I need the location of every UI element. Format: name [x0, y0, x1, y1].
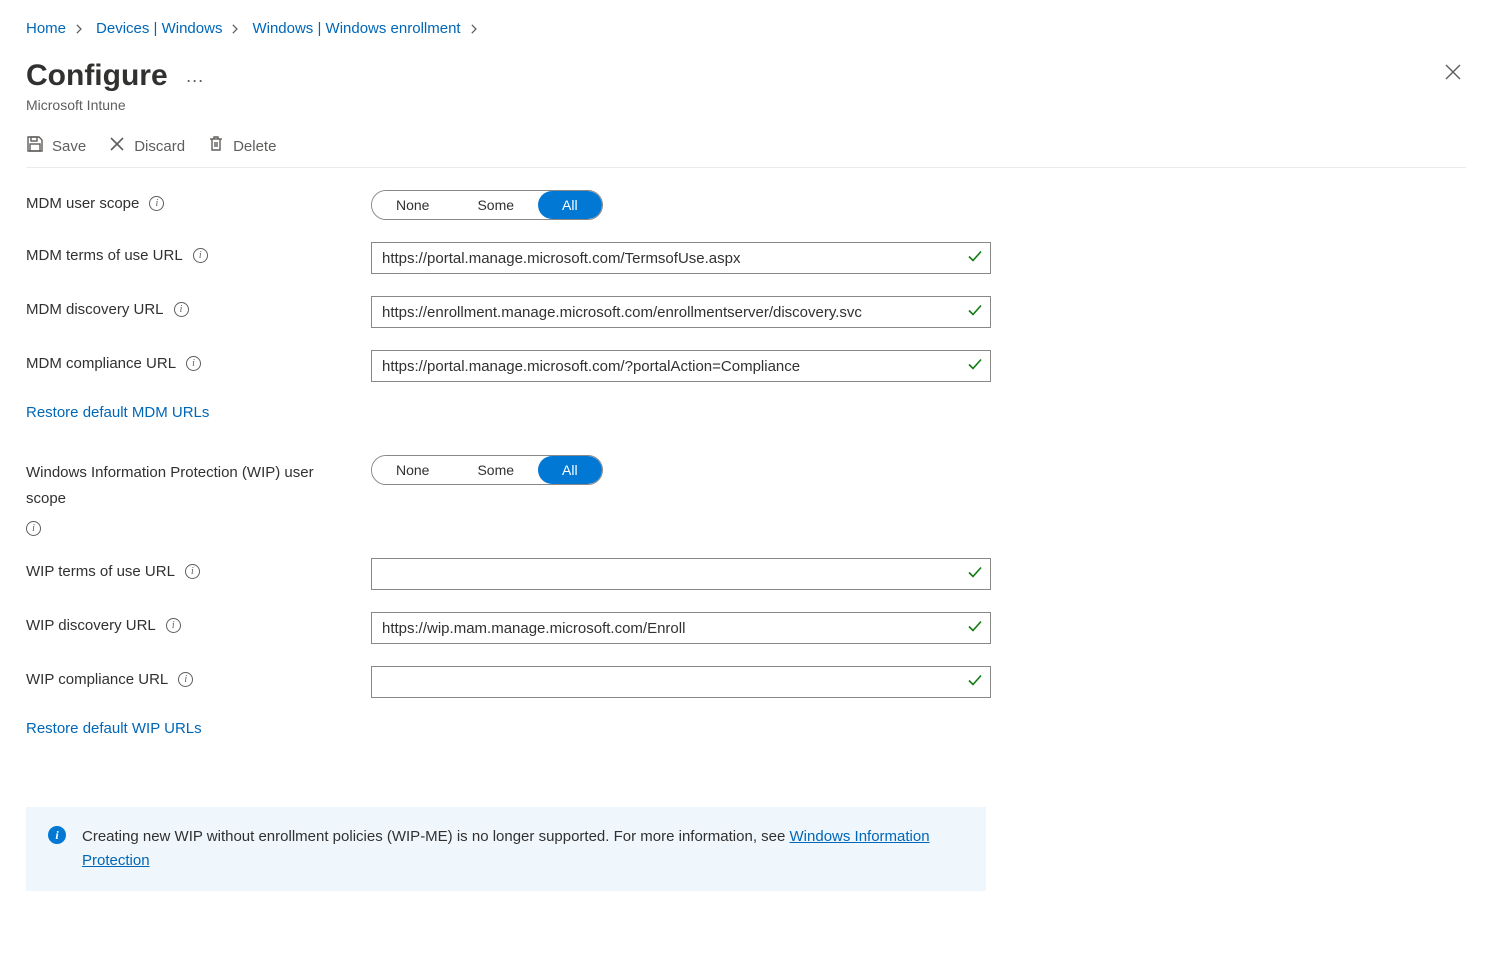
input-mdm-discovery-url[interactable]	[371, 296, 991, 328]
info-icon[interactable]: i	[166, 618, 181, 633]
mdm-user-scope-segmented[interactable]: None Some All	[371, 190, 603, 220]
page-title: Configure	[26, 59, 168, 93]
segment-some[interactable]: Some	[453, 191, 538, 219]
breadcrumb-windows-enrollment[interactable]: Windows | Windows enrollment	[252, 20, 460, 37]
info-icon: i	[48, 826, 66, 844]
input-mdm-terms-url[interactable]	[371, 242, 991, 274]
row-wip-user-scope: Windows Information Protection (WIP) use…	[26, 455, 1466, 536]
close-icon	[108, 135, 126, 157]
breadcrumb: Home Devices | Windows Windows | Windows…	[26, 20, 1466, 37]
segment-none[interactable]: None	[372, 456, 453, 484]
chevron-right-icon	[232, 24, 242, 34]
label-wip-compliance-url: WIP compliance URL	[26, 671, 168, 688]
label-mdm-terms-url: MDM terms of use URL	[26, 247, 183, 264]
save-icon	[26, 135, 44, 157]
row-mdm-compliance-url: MDM compliance URL i	[26, 350, 1466, 382]
wip-user-scope-segmented[interactable]: None Some All	[371, 455, 603, 485]
discard-label: Discard	[134, 138, 185, 155]
label-wip-user-scope: Windows Information Protection (WIP) use…	[26, 460, 341, 511]
breadcrumb-home[interactable]: Home	[26, 20, 66, 37]
checkmark-icon	[967, 619, 983, 638]
save-label: Save	[52, 138, 86, 155]
segment-some[interactable]: Some	[453, 456, 538, 484]
info-icon[interactable]: i	[185, 564, 200, 579]
close-button[interactable]	[1440, 59, 1466, 88]
input-mdm-compliance-url[interactable]	[371, 350, 991, 382]
label-wip-terms-url: WIP terms of use URL	[26, 563, 175, 580]
checkmark-icon	[967, 357, 983, 376]
checkmark-icon	[967, 673, 983, 692]
trash-icon	[207, 135, 225, 157]
label-mdm-discovery-url: MDM discovery URL	[26, 301, 164, 318]
delete-button[interactable]: Delete	[207, 135, 276, 157]
label-mdm-user-scope: MDM user scope	[26, 195, 139, 212]
info-icon[interactable]: i	[26, 521, 41, 536]
input-wip-compliance-url[interactable]	[371, 666, 991, 698]
more-actions-button[interactable]: ···	[186, 70, 204, 91]
checkmark-icon	[967, 249, 983, 268]
info-notice: i Creating new WIP without enrollment po…	[26, 807, 986, 891]
page-subtitle: Microsoft Intune	[26, 97, 1466, 113]
info-icon[interactable]: i	[149, 196, 164, 211]
info-icon[interactable]: i	[186, 356, 201, 371]
restore-mdm-urls-link[interactable]: Restore default MDM URLs	[26, 404, 209, 421]
row-mdm-terms-url: MDM terms of use URL i	[26, 242, 1466, 274]
discard-button[interactable]: Discard	[108, 135, 185, 157]
row-wip-terms-url: WIP terms of use URL i	[26, 558, 1466, 590]
checkmark-icon	[967, 565, 983, 584]
delete-label: Delete	[233, 138, 276, 155]
segment-none[interactable]: None	[372, 191, 453, 219]
restore-wip-urls-link[interactable]: Restore default WIP URLs	[26, 720, 202, 737]
row-mdm-discovery-url: MDM discovery URL i	[26, 296, 1466, 328]
command-bar: Save Discard Delete	[26, 135, 1466, 168]
input-wip-terms-url[interactable]	[371, 558, 991, 590]
breadcrumb-devices-windows[interactable]: Devices | Windows	[96, 20, 222, 37]
row-wip-compliance-url: WIP compliance URL i	[26, 666, 1466, 698]
input-wip-discovery-url[interactable]	[371, 612, 991, 644]
checkmark-icon	[967, 303, 983, 322]
segment-all[interactable]: All	[538, 456, 602, 484]
info-icon[interactable]: i	[193, 248, 208, 263]
info-icon[interactable]: i	[174, 302, 189, 317]
chevron-right-icon	[76, 24, 86, 34]
header: Configure ···	[26, 59, 1466, 93]
notice-text: Creating new WIP without enrollment poli…	[82, 828, 790, 845]
save-button[interactable]: Save	[26, 135, 86, 157]
label-wip-discovery-url: WIP discovery URL	[26, 617, 156, 634]
chevron-right-icon	[471, 24, 481, 34]
row-wip-discovery-url: WIP discovery URL i	[26, 612, 1466, 644]
segment-all[interactable]: All	[538, 191, 602, 219]
row-mdm-user-scope: MDM user scope i None Some All	[26, 190, 1466, 220]
label-mdm-compliance-url: MDM compliance URL	[26, 355, 176, 372]
info-icon[interactable]: i	[178, 672, 193, 687]
